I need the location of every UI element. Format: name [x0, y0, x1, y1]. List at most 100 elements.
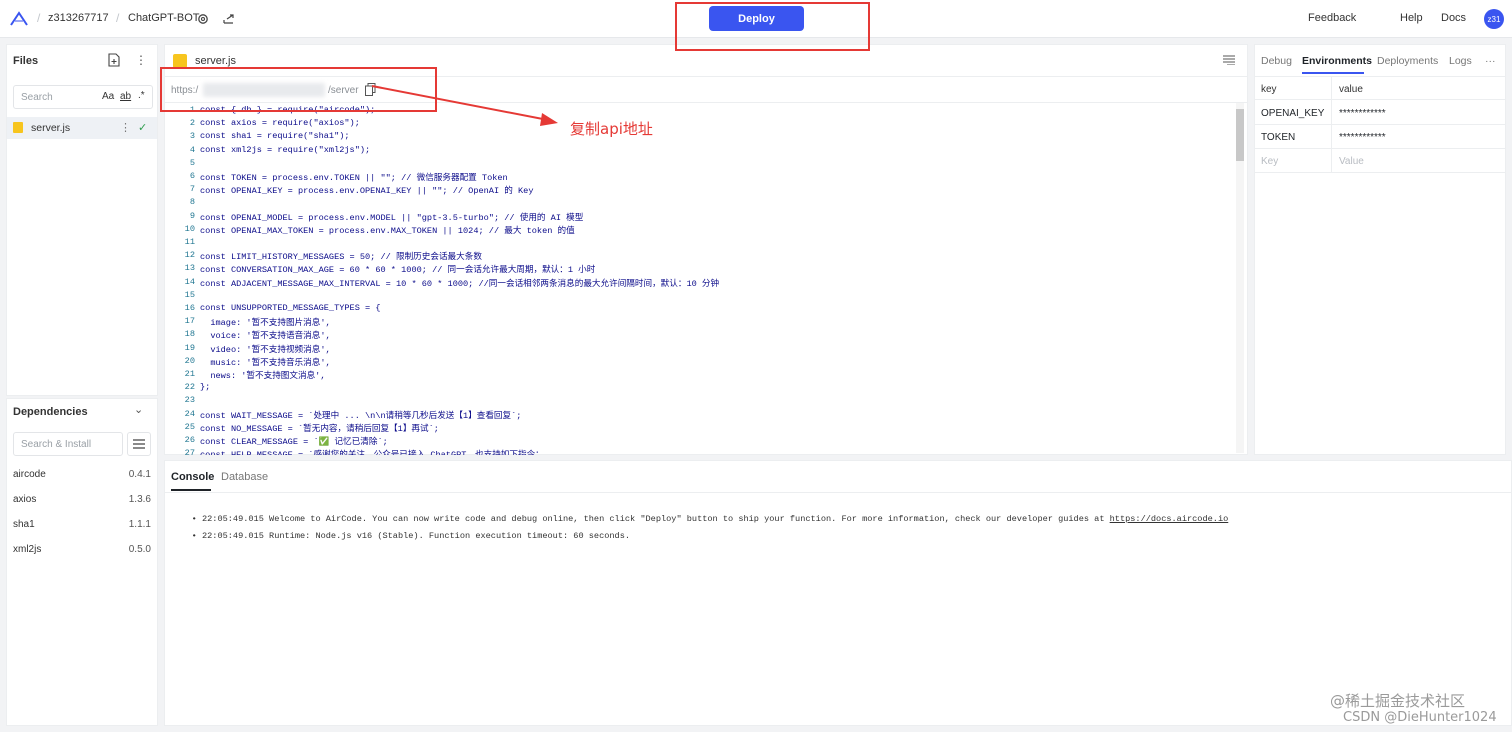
file-item-server-js[interactable]: server.js ⋮ ✓: [7, 117, 157, 139]
code-line[interactable]: 21 news: '暂不支持图文消息',: [165, 369, 1235, 382]
vertical-scrollbar[interactable]: [1236, 103, 1244, 453]
line-code: const TOKEN = process.env.TOKEN || ""; /…: [200, 173, 508, 183]
regex-toggle[interactable]: .*: [138, 90, 145, 101]
line-number: 4: [189, 144, 195, 155]
line-code: const NO_MESSAGE = `暂无内容，请稍后回复【1】再试`;: [200, 423, 439, 434]
tab-logs[interactable]: Logs: [1449, 55, 1472, 67]
code-line[interactable]: 11: [165, 237, 1235, 250]
file-more-icon[interactable]: ⋮: [120, 121, 131, 134]
code-line[interactable]: 8: [165, 197, 1235, 210]
help-link[interactable]: Help: [1400, 12, 1423, 24]
annotation-label: 复制api地址: [570, 120, 653, 138]
env-key-header: key: [1261, 84, 1277, 95]
code-line[interactable]: 15: [165, 290, 1235, 303]
line-code: news: '暂不支持图文消息',: [200, 371, 326, 381]
line-code: };: [200, 382, 211, 393]
code-line[interactable]: 24 const WAIT_MESSAGE = `处理中 ... \n\n请稍等几…: [165, 409, 1235, 422]
line-code: const OPENAI_KEY = process.env.OPENAI_KE…: [200, 186, 534, 197]
code-line[interactable]: 17 image: '暂不支持图片消息',: [165, 316, 1235, 329]
gear-icon[interactable]: [196, 12, 210, 26]
code-line[interactable]: 12 const LIMIT_HISTORY_MESSAGES = 50; // …: [165, 250, 1235, 263]
env-key[interactable]: OPENAI_KEY: [1261, 108, 1324, 119]
code-line[interactable]: 19 video: '暂不支持视频消息',: [165, 343, 1235, 356]
line-code: music: '暂不支持音乐消息',: [200, 357, 331, 368]
tab-database[interactable]: Database: [221, 471, 268, 483]
code-line[interactable]: 23: [165, 395, 1235, 408]
code-line[interactable]: 9 const OPENAI_MODEL = process.env.MODEL …: [165, 211, 1235, 224]
scrollbar-thumb[interactable]: [1236, 109, 1244, 161]
code-line[interactable]: 7 const OPENAI_KEY = process.env.OPENAI_K…: [165, 184, 1235, 197]
dependency-item[interactable]: aircode 0.4.1: [7, 466, 157, 486]
tab-console[interactable]: Console: [171, 471, 214, 483]
more-vertical-icon[interactable]: ⋮: [135, 53, 147, 67]
line-code: const UNSUPPORTED_MESSAGE_TYPES = {: [200, 303, 381, 313]
code-line[interactable]: 26 const CLEAR_MESSAGE = `✅ 记忆已清除`;: [165, 435, 1235, 448]
menu-icon[interactable]: [127, 432, 151, 456]
env-new-row[interactable]: Key Value: [1255, 149, 1505, 173]
dependency-search-input[interactable]: Search & Install: [13, 432, 123, 456]
share-icon[interactable]: [222, 12, 236, 26]
code-line[interactable]: 4 const xml2js = require("xml2js");: [165, 145, 1235, 158]
code-line[interactable]: 13 const CONVERSATION_MAX_AGE = 60 * 60 *…: [165, 263, 1235, 276]
tab-deployments[interactable]: Deployments: [1377, 55, 1438, 67]
code-line[interactable]: 27 const HELP_MESSAGE = `感谢您的关注，公众号已接入 Ch…: [165, 448, 1235, 455]
dependency-item[interactable]: axios 1.3.6: [7, 491, 157, 511]
line-code: const CLEAR_MESSAGE = `✅ 记忆已清除`;: [200, 437, 388, 447]
chevron-down-icon[interactable]: ⌄: [134, 403, 143, 416]
breadcrumb-project[interactable]: ChatGPT-BOT: [128, 12, 200, 24]
aircode-logo-icon[interactable]: [8, 9, 30, 29]
line-number: 17: [184, 316, 195, 327]
env-row[interactable]: OPENAI_KEY ************: [1255, 101, 1505, 125]
bullet-icon: •: [191, 531, 202, 541]
line-code: const LIMIT_HISTORY_MESSAGES = 50; // 限制…: [200, 252, 482, 263]
outline-icon[interactable]: [1223, 55, 1235, 65]
line-code: const ADJACENT_MESSAGE_MAX_INTERVAL = 10…: [200, 278, 720, 289]
highlight-box-deploy: [675, 2, 870, 51]
file-search-input[interactable]: Search Aa ab .*: [13, 85, 153, 109]
code-line[interactable]: 5: [165, 158, 1235, 171]
code-line[interactable]: 22};: [165, 382, 1235, 395]
breadcrumb-separator: /: [37, 11, 41, 25]
code-line[interactable]: 25 const NO_MESSAGE = `暂无内容，请稍后回复【1】再试`;: [165, 422, 1235, 435]
breadcrumb-user[interactable]: z313267717: [48, 12, 109, 24]
env-value-input[interactable]: Value: [1339, 156, 1364, 167]
dependency-name: sha1: [13, 519, 35, 530]
code-line[interactable]: 14 const ADJACENT_MESSAGE_MAX_INTERVAL = …: [165, 277, 1235, 290]
feedback-link[interactable]: Feedback: [1308, 12, 1356, 24]
env-key[interactable]: TOKEN: [1261, 132, 1295, 143]
console-panel: Console Database • 22:05:49.015 Welcome …: [164, 460, 1512, 726]
env-row[interactable]: TOKEN ************: [1255, 125, 1505, 149]
new-file-icon[interactable]: [108, 53, 120, 67]
tab-environments[interactable]: Environments: [1302, 55, 1372, 67]
match-word-toggle[interactable]: ab: [120, 91, 131, 102]
dependency-item[interactable]: sha1 1.1.1: [7, 516, 157, 536]
dependencies-title: Dependencies: [13, 406, 88, 418]
line-number: 15: [184, 289, 195, 300]
avatar[interactable]: z31: [1484, 9, 1504, 29]
env-key-input[interactable]: Key: [1261, 156, 1278, 167]
file-search-placeholder: Search: [21, 91, 53, 103]
code-line[interactable]: 16 const UNSUPPORTED_MESSAGE_TYPES = {: [165, 303, 1235, 316]
code-content[interactable]: 1 const { db } = require("aircode"); 2 cons…: [165, 103, 1235, 455]
env-value[interactable]: ************: [1339, 132, 1386, 143]
env-value[interactable]: ************: [1339, 108, 1386, 119]
code-line[interactable]: 2 const axios = require("axios");: [165, 118, 1235, 131]
files-title: Files: [13, 55, 39, 67]
docs-link[interactable]: https://docs.aircode.io: [1110, 514, 1229, 524]
log-time: 22:05:49.015: [201, 531, 264, 541]
docs-link[interactable]: Docs: [1441, 12, 1466, 24]
line-code: image: '暂不支持图片消息',: [200, 318, 331, 329]
match-case-toggle[interactable]: Aa: [102, 91, 114, 102]
code-line[interactable]: 6 const TOKEN = process.env.TOKEN || ""; …: [165, 171, 1235, 184]
more-tabs-icon[interactable]: ···: [1485, 55, 1496, 67]
dependency-item[interactable]: xml2js 0.5.0: [7, 541, 157, 561]
line-code: const sha1 = require("sha1");: [200, 131, 350, 142]
code-line[interactable]: 3 const sha1 = require("sha1");: [165, 131, 1235, 144]
code-line[interactable]: 18 voice: '暂不支持语音消息',: [165, 329, 1235, 342]
tab-debug[interactable]: Debug: [1261, 55, 1292, 67]
active-tab-indicator: [1302, 72, 1364, 74]
code-line[interactable]: 10 const OPENAI_MAX_TOKEN = process.env.M…: [165, 224, 1235, 237]
code-line[interactable]: 20 music: '暂不支持音乐消息',: [165, 356, 1235, 369]
line-number: 18: [184, 329, 195, 340]
line-number: 10: [184, 223, 195, 234]
